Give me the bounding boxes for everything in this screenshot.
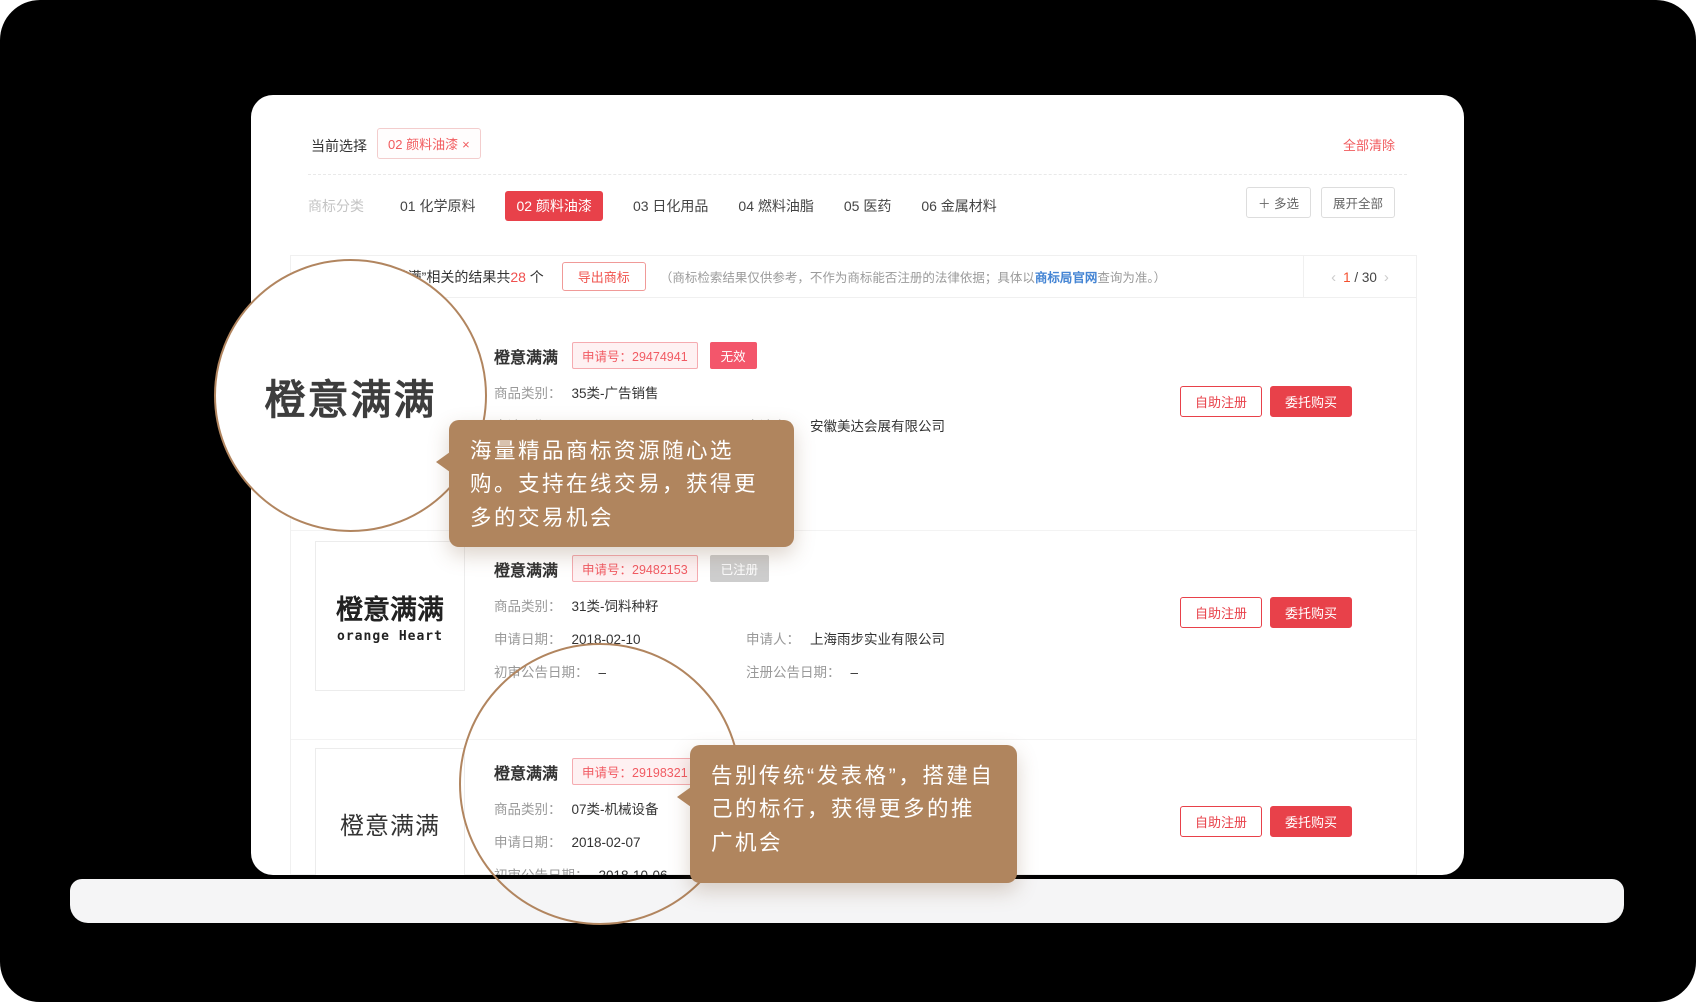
applicant-label: 申请人： (746, 632, 800, 647)
trademark-image-text: 橙意满满 (336, 588, 444, 627)
apply-date-label: 申请日期： (494, 632, 562, 647)
trademark-image-subtext: orange Heart (337, 629, 443, 644)
selected-filter-tag[interactable]: 02 颜料油漆 × (377, 128, 481, 159)
self-register-button[interactable]: 自助注册 (1180, 386, 1262, 417)
current-page: 1 (1343, 270, 1351, 285)
category-bar-label: 商标分类 (308, 196, 364, 216)
tooltip-arrow-icon (677, 787, 691, 807)
self-register-button[interactable]: 自助注册 (1180, 597, 1262, 628)
tooltip-text: 告别传统“发表格”，搭建自己的标行，获得更多的推广机会 (711, 764, 994, 855)
next-page-icon[interactable]: › (1384, 269, 1389, 286)
multi-select-button[interactable]: ＋ 多选 (1246, 187, 1311, 218)
expand-all-button[interactable]: 展开全部 (1321, 187, 1395, 218)
trademark-image-text: 橙意满满 (340, 806, 440, 841)
filter-tag-text: 02 颜料油漆 (388, 137, 458, 152)
export-trademarks-button[interactable]: 导出商标 (562, 262, 646, 291)
category-item-04[interactable]: 04 燃料油脂 (738, 196, 813, 216)
category-item-06[interactable]: 06 金属材料 (921, 196, 996, 216)
status-badge: 已注册 (710, 555, 770, 582)
registration-publication-value: – (851, 665, 859, 680)
tooltip-promotion: 告别传统“发表格”，搭建自己的标行，获得更多的推广机会 (690, 745, 1017, 883)
appno-value: 29482153 (632, 563, 688, 577)
category-bar: 商标分类 01 化学原料 02 颜料油漆 03 日化用品 04 燃料油脂 05 … (308, 191, 1027, 221)
application-number-badge: 申请号：29482153 (572, 555, 698, 582)
category-value: 31类-饲料种籽 (572, 599, 659, 614)
trademark-image[interactable]: 橙意满满 (315, 748, 465, 875)
appno-value: 29474941 (632, 350, 688, 364)
pagination: ‹ 1 / 30 › (1303, 256, 1416, 298)
magnified-trademark-text: 橙意满满 (265, 366, 437, 426)
applicant-value: 上海雨步实业有限公司 (810, 632, 945, 647)
current-selection-label: 当前选择 (311, 136, 367, 156)
category-label: 商品类别： (494, 386, 562, 401)
appno-label: 申请号： (582, 350, 632, 364)
magnifier-circle: 橙意满满 (214, 259, 487, 532)
category-item-02-active[interactable]: 02 颜料油漆 (505, 191, 602, 221)
disclaimer-text: （商标检索结果仅供参考，不作为商标能否注册的法律依据；具体以商标局官网查询为准。… (660, 267, 1166, 286)
result-row: 橙意满满 orange Heart 橙意满满 申请号：29482153 已注册 … (291, 531, 1416, 740)
remove-filter-icon[interactable]: × (462, 137, 470, 152)
category-item-05[interactable]: 05 医药 (844, 196, 891, 216)
divider (308, 174, 1407, 175)
summary-suffix: 个 (526, 269, 544, 285)
status-badge: 无效 (710, 342, 757, 369)
category-item-03[interactable]: 03 日化用品 (633, 196, 708, 216)
page-background: 当前选择 02 颜料油漆 × 全部清除 商标分类 01 化学原料 02 颜料油漆 … (0, 0, 1696, 1002)
total-pages: / 30 (1354, 270, 1377, 285)
applicant-value: 安徽美达会展有限公司 (810, 419, 945, 434)
trademark-image[interactable]: 橙意满满 orange Heart (315, 541, 465, 691)
results-header: 检索到“橙意满满”相关的结果共28 个 导出商标 （商标检索结果仅供参考，不作为… (291, 256, 1416, 298)
registration-publication-label: 注册公告日期： (746, 665, 841, 680)
entrust-purchase-button[interactable]: 委托购买 (1270, 597, 1352, 628)
prev-page-icon[interactable]: ‹ (1331, 269, 1336, 286)
application-number-badge: 申请号：29474941 (572, 342, 698, 369)
trademark-name[interactable]: 橙意满满 (494, 557, 558, 581)
tooltip-marketplace: 海量精品商标资源随心选购。支持在线交易，获得更多的交易机会 (449, 420, 794, 547)
clear-all-link[interactable]: 全部清除 (1343, 135, 1395, 154)
category-item-01[interactable]: 01 化学原料 (400, 196, 475, 216)
category-label: 商品类别： (494, 599, 562, 614)
results-count: 28 (510, 269, 526, 285)
trademark-name[interactable]: 橙意满满 (494, 344, 558, 368)
laptop-base (70, 879, 1624, 923)
entrust-purchase-button[interactable]: 委托购买 (1270, 386, 1352, 417)
tooltip-text: 海量精品商标资源随心选购。支持在线交易，获得更多的交易机会 (470, 439, 758, 530)
appno-label: 申请号： (582, 563, 632, 577)
disclaimer-pre: （商标检索结果仅供参考，不作为商标能否注册的法律依据；具体以 (660, 271, 1035, 285)
disclaimer-post: 查询为准。） (1097, 271, 1166, 285)
category-value: 35类-广告销售 (572, 386, 659, 401)
tooltip-arrow-icon (436, 452, 450, 472)
trademark-office-link[interactable]: 商标局官网 (1035, 271, 1098, 285)
self-register-button[interactable]: 自助注册 (1180, 806, 1262, 837)
entrust-purchase-button[interactable]: 委托购买 (1270, 806, 1352, 837)
